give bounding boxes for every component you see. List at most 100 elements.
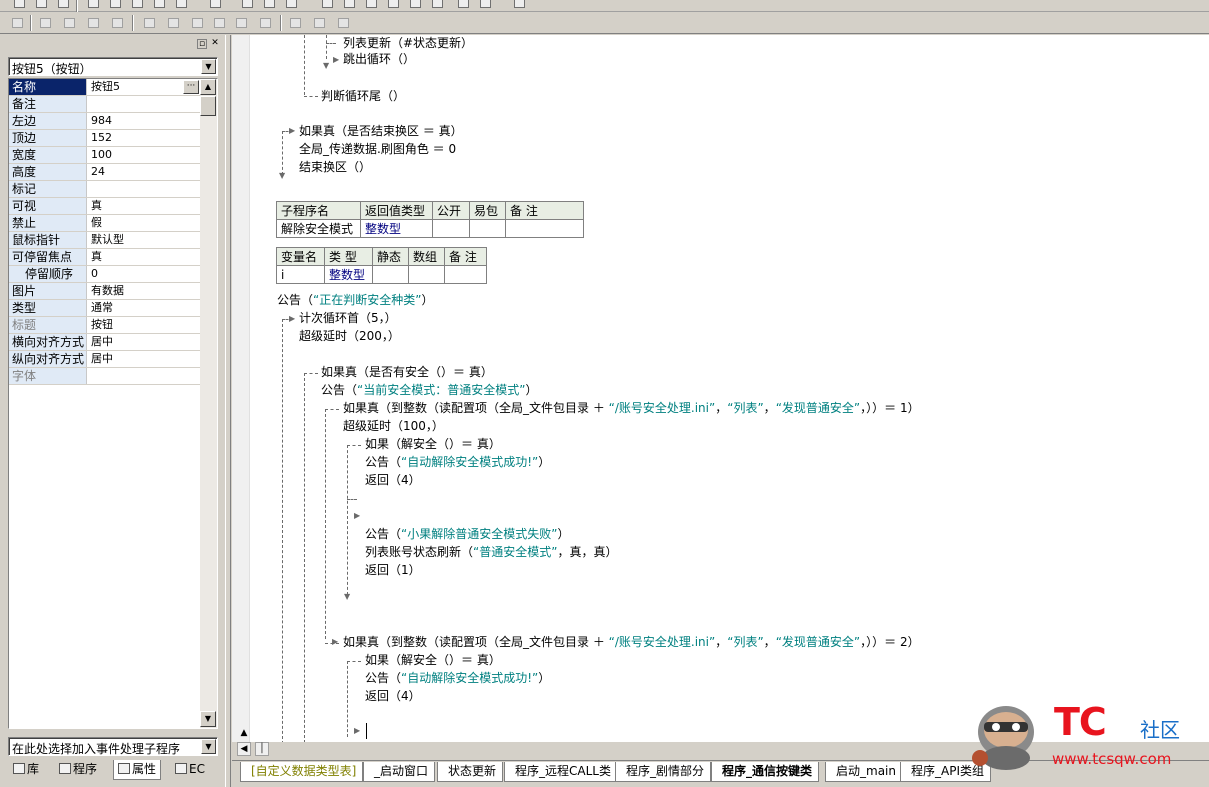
code-line[interactable]: 列表更新（#状态更新） (343, 35, 473, 51)
stop-icon[interactable] (340, 0, 358, 11)
code-line[interactable]: 返回（4） (365, 688, 421, 704)
property-value[interactable] (89, 181, 201, 197)
table-cell[interactable] (408, 265, 445, 284)
property-row[interactable]: 左边 984 (9, 113, 201, 130)
table-cell[interactable] (505, 219, 584, 238)
property-value[interactable] (89, 96, 201, 112)
ellipsis-button[interactable]: ··· (183, 80, 199, 94)
same-width-icon[interactable] (188, 14, 206, 31)
undo-icon[interactable] (150, 0, 168, 11)
find-icon[interactable] (206, 0, 224, 11)
window-layout2-icon[interactable] (260, 0, 278, 11)
code-line[interactable]: 如果（解安全（）＝ 真） (365, 652, 501, 668)
property-row[interactable]: 宽度 100 (9, 147, 201, 164)
align-bottom-icon[interactable] (108, 14, 126, 31)
code-editor[interactable]: 列表更新（#状态更新） ▶ ▼ 跳出循环（） 判断循环尾（） ▶ ▼ 如果真（是… (232, 35, 1209, 742)
event-selector[interactable]: 在此处选择加入事件处理子程序 ▼ (8, 737, 218, 756)
copy-icon[interactable] (106, 0, 124, 11)
scroll-down-icon[interactable]: ▼ (200, 711, 216, 727)
code-line[interactable]: 公告（“正在判断安全种类”） (277, 292, 433, 308)
tab-custom-types[interactable]: [自定义数据类型表] (240, 762, 364, 782)
code-line[interactable]: 全局_传递数据.刷图角色 ＝ 0 (299, 141, 456, 157)
code-line[interactable]: 公告（“小果解除普通安全模式失败”） (365, 526, 569, 542)
same-height-icon[interactable] (210, 14, 228, 31)
property-value[interactable]: 24 (89, 164, 201, 180)
space-vertical-icon[interactable] (256, 14, 274, 31)
scroll-up-icon[interactable]: ▲ (200, 79, 216, 95)
center-vertical-icon[interactable] (164, 14, 182, 31)
align-left-icon[interactable] (36, 14, 54, 31)
table-cell[interactable] (444, 265, 487, 284)
chevron-down-icon[interactable]: ▼ (201, 59, 216, 74)
align-top-icon[interactable] (84, 14, 102, 31)
property-value[interactable]: 假 (89, 215, 201, 231)
property-scrollbar[interactable]: ▲ ▼ (200, 79, 217, 728)
scroll-thumb[interactable] (200, 96, 216, 116)
step-over-icon[interactable] (384, 0, 402, 11)
tab-properties[interactable]: 属性 (113, 760, 162, 780)
tab-story[interactable]: 程序_剧情部分 (615, 762, 712, 782)
property-row[interactable]: 标题 按钮 (9, 317, 201, 334)
align-grid-icon[interactable] (8, 14, 26, 31)
property-row[interactable]: 标记 (9, 181, 201, 198)
property-value[interactable]: 真 (89, 249, 201, 265)
code-line[interactable]: 列表账号状态刷新（“普通安全模式”，真，真） (365, 544, 617, 560)
property-row[interactable]: 备注 (9, 96, 201, 113)
tab-comm-keys[interactable]: 程序_通信按键类 (711, 762, 820, 782)
tab-startup-window[interactable]: _启动窗口 (363, 762, 436, 782)
code-line[interactable]: 公告（“当前安全模式：普通安全模式”） (321, 382, 537, 398)
property-value[interactable]: 默认型 (89, 232, 201, 248)
scroll-left-icon[interactable]: ◀ (237, 742, 251, 756)
property-value[interactable]: 通常 (89, 300, 201, 316)
run-to-cursor-icon[interactable] (428, 0, 446, 11)
paste-icon[interactable] (128, 0, 146, 11)
code-line[interactable]: 返回（4） (365, 472, 421, 488)
property-value[interactable]: 0 (89, 266, 201, 282)
center-horizontal-icon[interactable] (140, 14, 158, 31)
run-icon[interactable] (318, 0, 336, 11)
property-value[interactable]: 100 (89, 147, 201, 163)
step-out-icon[interactable] (406, 0, 424, 11)
scroll-up-icon[interactable]: ▲ (237, 727, 251, 741)
property-value[interactable]: 有数据 (89, 283, 201, 299)
tab-program[interactable]: 程序 (55, 760, 101, 780)
code-line[interactable]: 如果真（到整数（读配置项（全局_文件包目录 ＋ “/账号安全处理.ini”，“列… (343, 400, 920, 416)
breakpoint-icon[interactable] (454, 0, 472, 11)
property-value[interactable]: 按钮 (89, 317, 201, 333)
table-cell[interactable]: 整数型 (324, 265, 373, 284)
code-line[interactable]: 公告（“自动解除安全模式成功!”） (365, 670, 550, 686)
property-row[interactable]: 类型 通常 (9, 300, 201, 317)
panel-restore-icon[interactable]: ▫ (197, 39, 207, 49)
property-row[interactable]: 名称 按钮5 ··· (9, 79, 201, 96)
property-value[interactable]: 152 (89, 130, 201, 146)
property-row[interactable]: 可停留焦点真 (9, 249, 201, 266)
table-cell[interactable] (372, 265, 409, 284)
new-file-icon[interactable] (10, 0, 28, 11)
scroll-right-icon[interactable]: │ (255, 742, 269, 756)
code-line[interactable]: 结束换区（） (299, 159, 371, 175)
property-value[interactable]: 真 (89, 198, 201, 214)
space-horizontal-icon[interactable] (232, 14, 250, 31)
property-row[interactable]: 禁止假 (9, 215, 201, 232)
code-line[interactable]: 如果真（到整数（读配置项（全局_文件包目录 ＋ “/账号安全处理.ini”，“列… (343, 634, 920, 650)
code-line[interactable]: 超级延时（200，） (299, 328, 400, 344)
table-cell[interactable]: 整数型 (360, 219, 433, 238)
panel-close-icon[interactable]: ✕ (210, 39, 220, 49)
tab-status-update[interactable]: 状态更新 (437, 762, 504, 782)
debug-icon[interactable] (510, 0, 528, 11)
watch-icon[interactable] (476, 0, 494, 11)
property-value[interactable] (89, 368, 201, 384)
code-line[interactable]: 公告（“自动解除安全模式成功!”） (365, 454, 550, 470)
code-line[interactable]: 返回（1） (365, 562, 421, 578)
save-icon[interactable] (54, 0, 72, 11)
code-line[interactable]: 跳出循环（） (343, 51, 415, 67)
object-selector[interactable]: 按钮5（按钮） ▼ (8, 57, 218, 76)
code-line[interactable]: 如果（解安全（）＝ 真） (365, 436, 501, 452)
size-vertical-icon[interactable] (310, 14, 328, 31)
table-cell[interactable] (432, 219, 470, 238)
property-row[interactable]: 字体 (9, 368, 201, 385)
redo-icon[interactable] (172, 0, 190, 11)
code-line[interactable]: 计次循环首（5，） (299, 310, 397, 326)
tab-library[interactable]: 库 (9, 760, 43, 780)
property-row[interactable]: 图片 有数据 (9, 283, 201, 300)
